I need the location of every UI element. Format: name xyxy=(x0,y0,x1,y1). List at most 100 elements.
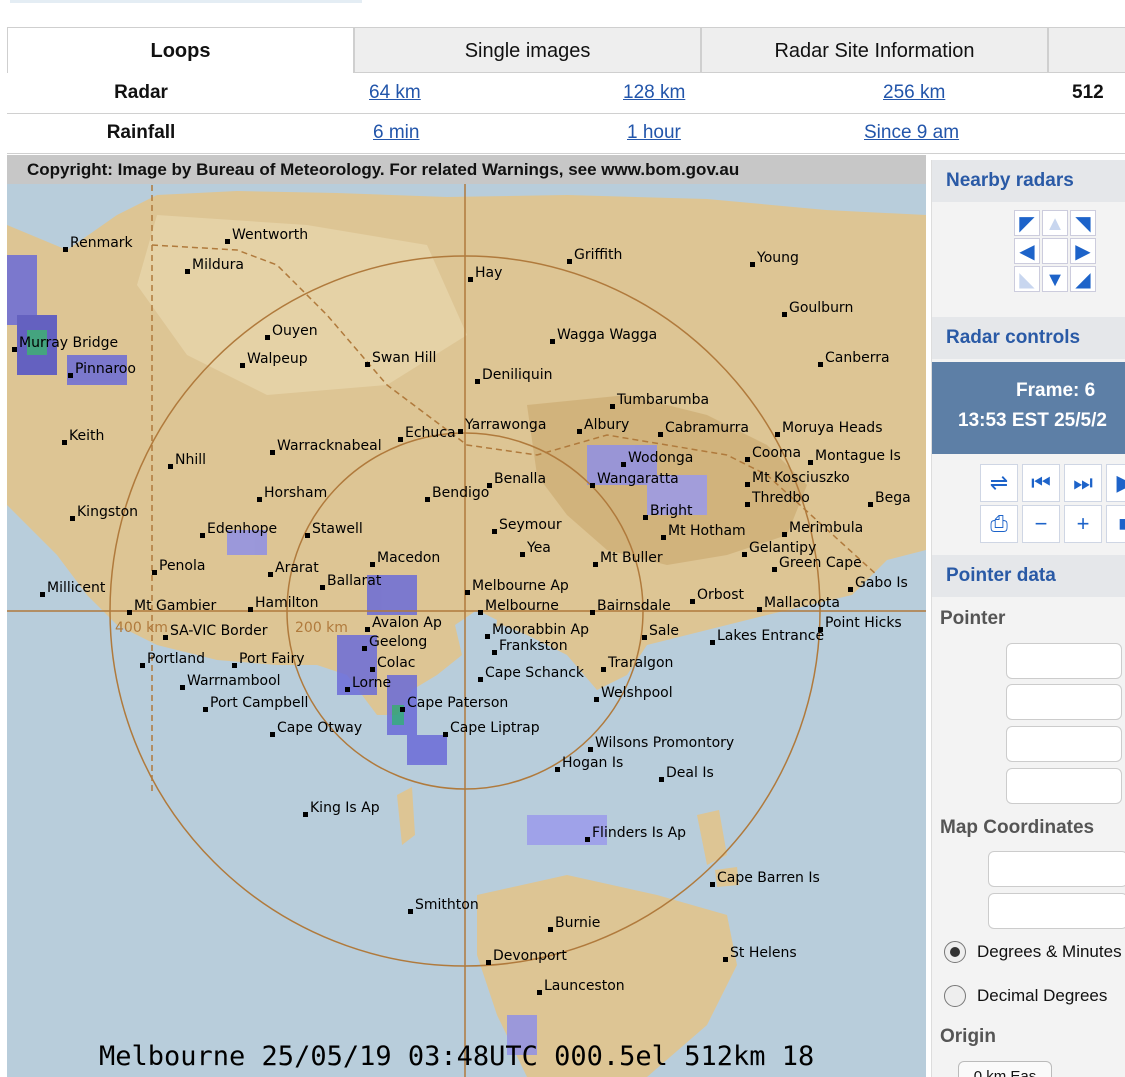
place-marker xyxy=(362,646,367,651)
place-label: Renmark xyxy=(70,235,133,251)
place-label: Thredbo xyxy=(752,490,810,506)
link-6min[interactable]: 6 min xyxy=(373,122,419,144)
place-label: Edenhope xyxy=(207,521,278,537)
link-1hour[interactable]: 1 hour xyxy=(627,122,681,144)
place-marker xyxy=(478,610,483,615)
arrow-ne-icon[interactable]: ◥ xyxy=(1070,210,1096,236)
place-label: Canberra xyxy=(825,350,890,366)
radio-decimal-degrees[interactable] xyxy=(944,985,966,1007)
place-label: Yea xyxy=(527,540,551,556)
stop-icon[interactable]: ■ xyxy=(1106,505,1125,543)
place-label: Tumbarumba xyxy=(617,392,710,408)
place-marker xyxy=(661,535,666,540)
place-marker xyxy=(621,462,626,467)
place-label: Green Cape xyxy=(779,555,862,571)
place-label: Flinders Is Ap xyxy=(592,825,687,841)
link-512km[interactable]: 512 xyxy=(1072,82,1104,104)
arrow-se-icon[interactable]: ◢ xyxy=(1070,266,1096,292)
place-marker xyxy=(270,732,275,737)
place-label: King Is Ap xyxy=(310,800,380,816)
print-icon[interactable]: ⎙ xyxy=(980,505,1018,543)
place-marker xyxy=(200,533,205,538)
decimal-degrees-label: Decimal Degrees xyxy=(977,986,1108,1005)
rainfall-row: Rainfall 6 min 1 hour Since 9 am xyxy=(7,114,1125,154)
place-marker xyxy=(232,663,237,668)
place-label: SA-VIC Border xyxy=(170,623,268,639)
place-marker xyxy=(468,277,473,282)
place-marker xyxy=(443,732,448,737)
place-label: Melbourne xyxy=(485,598,559,614)
place-label: Welshpool xyxy=(601,685,673,701)
arrow-nw-icon[interactable]: ◤ xyxy=(1014,210,1040,236)
link-since-9am[interactable]: Since 9 am xyxy=(864,122,959,144)
map-coord-field-2[interactable] xyxy=(988,893,1125,929)
radar-map[interactable]: Copyright: Image by Bureau of Meteorolog… xyxy=(7,155,926,1077)
pointer-field-3[interactable] xyxy=(1006,726,1122,762)
place-marker xyxy=(345,687,350,692)
place-marker xyxy=(757,607,762,612)
play-icon[interactable]: ▶ xyxy=(1106,464,1125,502)
map-coordinates-label: Map Coordinates xyxy=(940,817,1095,838)
place-label: Bright xyxy=(650,503,693,519)
place-label: Wilsons Promontory xyxy=(595,735,735,751)
place-label: Hamilton xyxy=(255,595,319,611)
nav-center xyxy=(1042,238,1068,264)
range-label-200: 200 km xyxy=(295,620,348,636)
place-marker xyxy=(370,667,375,672)
place-marker xyxy=(248,607,253,612)
arrow-e-icon[interactable]: ▶ xyxy=(1070,238,1096,264)
place-marker xyxy=(723,957,728,962)
place-marker xyxy=(203,707,208,712)
place-label: Cabramurra xyxy=(665,420,749,436)
place-marker xyxy=(808,460,813,465)
first-frame-icon[interactable]: ⏮ xyxy=(1022,464,1060,502)
place-label: Avalon Ap xyxy=(372,615,442,631)
place-marker xyxy=(163,635,168,640)
map-copyright: Copyright: Image by Bureau of Meteorolog… xyxy=(7,155,926,184)
place-marker xyxy=(168,464,173,469)
place-label: Colac xyxy=(377,655,416,671)
next-frame-icon[interactable]: ⏭ xyxy=(1064,464,1102,502)
place-marker xyxy=(425,497,430,502)
place-marker xyxy=(710,882,715,887)
pointer-field-1[interactable] xyxy=(1006,643,1122,679)
top-strip xyxy=(10,0,362,3)
tab-radar-site-information[interactable]: Radar Site Information xyxy=(701,27,1048,73)
origin-field[interactable]: 0 km Eas xyxy=(958,1061,1052,1077)
place-marker xyxy=(520,552,525,557)
place-marker xyxy=(492,650,497,655)
zoom-in-icon[interactable]: + xyxy=(1064,505,1102,543)
swap-icon[interactable]: ⇌ xyxy=(980,464,1018,502)
pointer-field-2[interactable] xyxy=(1006,684,1122,720)
place-label: Deal Is xyxy=(666,765,714,781)
link-256km[interactable]: 256 km xyxy=(883,82,945,104)
place-marker xyxy=(594,697,599,702)
radio-degrees-minutes[interactable] xyxy=(944,941,966,963)
place-label: Walpeup xyxy=(247,351,308,367)
place-label: Hogan Is xyxy=(562,755,624,771)
link-128km[interactable]: 128 km xyxy=(623,82,685,104)
place-label: Wangaratta xyxy=(597,471,679,487)
place-marker xyxy=(775,432,780,437)
place-label: Albury xyxy=(584,417,630,433)
place-label: Hay xyxy=(475,265,503,281)
place-marker xyxy=(550,339,555,344)
tab-extra[interactable] xyxy=(1048,27,1125,73)
tab-loops[interactable]: Loops xyxy=(7,27,354,73)
place-label: Ararat xyxy=(275,560,319,576)
place-marker xyxy=(772,567,777,572)
place-marker xyxy=(782,532,787,537)
zoom-out-icon[interactable]: − xyxy=(1022,505,1060,543)
tab-single-images[interactable]: Single images xyxy=(354,27,701,73)
place-marker xyxy=(320,585,325,590)
pointer-data-header: Pointer data xyxy=(932,555,1125,597)
pointer-field-4[interactable] xyxy=(1006,768,1122,804)
place-label: Benalla xyxy=(494,471,547,487)
arrow-s-icon[interactable]: ▼ xyxy=(1042,266,1068,292)
map-coord-field-1[interactable] xyxy=(988,851,1125,887)
arrow-w-icon[interactable]: ◀ xyxy=(1014,238,1040,264)
frame-time: 13:53 EST 25/5/2 xyxy=(958,410,1107,431)
place-label: Port Fairy xyxy=(239,651,305,667)
link-64km[interactable]: 64 km xyxy=(369,82,421,104)
place-label: Devonport xyxy=(493,948,567,964)
